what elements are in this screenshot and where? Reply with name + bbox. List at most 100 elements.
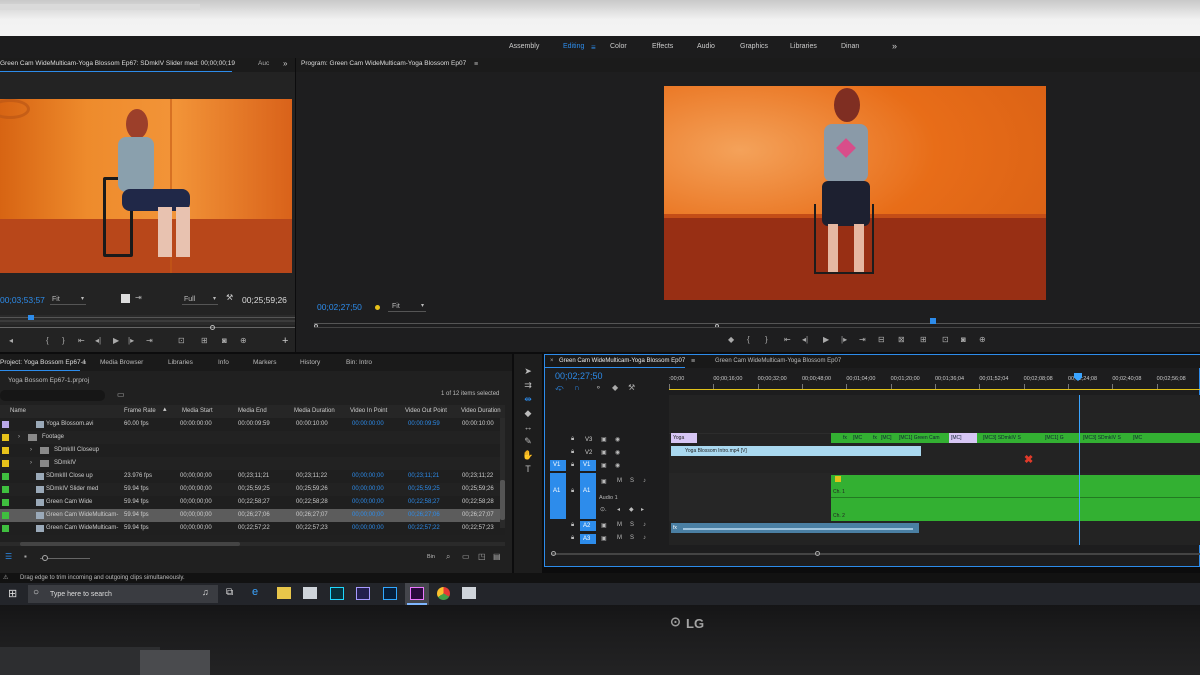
workspace-tab-effects[interactable]: Effects [652,43,673,50]
clip-v2-intro[interactable]: Yoga Blossom Intro.mp4 [V] [671,446,921,456]
tab-history[interactable]: History [300,359,320,367]
col-media-duration[interactable]: Media Duration [294,408,335,414]
keyframe-icon[interactable]: ⊙. [600,506,607,513]
source-resolution-select[interactable]: Full ▾ [182,295,218,305]
next-keyframe-icon[interactable]: ▸ [641,506,644,513]
overwrite-icon[interactable]: ⊞ [201,336,208,345]
zoom-slider-handle[interactable] [42,555,48,561]
nest-icon[interactable]: ⤽ [555,383,564,393]
mute-button[interactable]: M [617,535,622,541]
audition-icon[interactable] [330,587,344,600]
project-h-scrollbar[interactable] [0,542,505,546]
sync-icon[interactable]: ▣ [601,449,607,456]
label-color-swatch[interactable] [2,486,9,493]
slip-tool-icon[interactable]: ↔ [522,422,534,433]
program-zoom-bar[interactable] [314,327,1200,328]
eye-icon[interactable]: ◉ [615,462,620,469]
sync-icon[interactable]: ▣ [601,462,607,469]
wrench-icon[interactable]: ⚒ [226,293,233,302]
label-color-swatch[interactable] [2,447,9,454]
sync-icon[interactable]: ▣ [601,522,607,529]
clip-a2-audio[interactable]: fx [671,523,919,533]
mark-in-icon[interactable]: { [747,335,750,344]
label-color-swatch[interactable] [2,434,9,441]
workspace-tab-dinan[interactable]: Dinan [841,43,859,50]
col-name[interactable]: Name [10,408,26,414]
project-folder-row[interactable]: › Footage [0,431,505,444]
program-playhead[interactable] [930,318,936,324]
snap-icon[interactable]: ∩ [574,383,580,392]
camera-icon[interactable]: ◙ [961,335,966,344]
label-color-swatch[interactable] [2,473,9,480]
work-area-bar[interactable] [669,389,1200,390]
mark-in-icon[interactable]: ◂ [9,336,13,345]
track-target-a2[interactable]: A2 [580,521,596,531]
lock-icon[interactable]: 🔒︎ [571,436,574,443]
source-zoom-bar[interactable] [0,327,295,328]
mic-icon[interactable]: ♫ [202,587,209,597]
store-icon[interactable] [303,587,317,599]
button-editor-icon[interactable]: ⊕ [240,336,247,345]
prev-keyframe-icon[interactable]: ◂ [617,506,620,513]
add-marker-icon[interactable]: ◆ [612,383,618,392]
clip-v3-yoga[interactable]: Yoga [671,433,697,443]
pen-tool-icon[interactable]: ✎ [522,436,534,447]
play-icon[interactable]: ▶ [823,335,829,344]
timeline-zoom-bar[interactable] [551,553,1200,555]
table-row[interactable]: Green Cam Wide 59.94 fps 00;00;00;00 00;22;… [0,496,505,509]
program-menu-icon[interactable]: ≡ [474,61,478,68]
clip-a1-audio[interactable]: Ch. 1 Ch. 2 [831,475,1200,521]
solo-button[interactable]: S [630,522,634,528]
solo-button[interactable]: S [630,478,634,484]
workspace-tab-color[interactable]: Color [610,43,627,50]
program-monitor-title[interactable]: Program: Green Cam WideMulticam-Yoga Blo… [301,60,466,68]
program-scrub-bar[interactable] [314,323,1200,324]
track-select-icon[interactable]: ⇉ [522,380,534,391]
extract-icon[interactable]: ⊠ [898,335,905,344]
timeline-zoom-end[interactable] [815,551,820,556]
tab-media-browser[interactable]: Media Browser [100,359,143,367]
project-menu-icon[interactable]: ≡ [82,360,86,367]
mic-icon[interactable]: ♪ [643,535,646,541]
goto-in-icon[interactable]: ⇤ [784,335,791,344]
mute-button[interactable]: M [617,478,622,484]
timeline-tab-2[interactable]: Green Cam WideMulticam-Yoga Blossom Ep07 [715,358,841,364]
table-row[interactable]: SDmkIV Slider med 59.94 fps 00;00;00;00 00;… [0,483,505,496]
tab-info[interactable]: Info [218,359,229,367]
search-icon[interactable]: ⌕ [446,552,450,562]
ripple-edit-icon[interactable]: ⇹ [522,394,534,405]
marker-dot-icon[interactable] [375,305,380,310]
table-row[interactable]: Yoga Blossom.avi 60.00 fps 00:00:00:00 00:0… [0,418,505,431]
col-media-end[interactable]: Media End [238,408,267,414]
workspace-menu-icon[interactable]: ≡ [591,43,596,52]
col-media-start[interactable]: Media Start [182,408,213,414]
mark-out-icon[interactable]: { [46,336,49,345]
source-patch-v1[interactable]: V1 [550,460,566,471]
vr-icon[interactable]: ⊡ [942,335,949,344]
add-marker-icon[interactable]: ◆ [728,335,734,344]
col-frame-rate[interactable]: Frame Rate [124,408,156,414]
step-forward-icon[interactable]: |▸ [128,336,134,345]
close-icon[interactable]: × [550,358,554,364]
razor-icon[interactable]: ◆ [522,408,534,419]
disclosure-triangle-icon[interactable]: › [30,460,32,466]
selection-tool-icon[interactable]: ➤ [522,366,534,377]
list-view-icon[interactable]: ☰ [5,552,12,561]
source-monitor-title[interactable]: Green Cam WideMulticam-Yoga Blossom Ep67… [0,60,235,68]
windows-start-icon[interactable]: ⊞ [8,587,17,600]
timeline-playhead-line[interactable] [1079,395,1080,545]
lock-icon[interactable]: 🔒︎ [571,462,574,469]
source-fit-select[interactable]: Fit ▾ [50,295,86,305]
step-back-icon[interactable]: ◂| [802,335,808,344]
compare-view-icon[interactable]: ⊞ [920,335,927,344]
camera-icon[interactable]: ◙ [222,336,227,345]
settings-square-icon[interactable] [121,294,130,303]
source-timecode[interactable]: 00;03;53;57 [0,296,45,305]
insert-icon[interactable]: ⊡ [178,336,185,345]
tab-markers[interactable]: Markers [253,359,276,367]
chrome-icon[interactable] [437,587,450,600]
tab-libraries[interactable]: Libraries [168,359,193,367]
mail-icon[interactable] [462,587,476,599]
trash-icon[interactable]: ▤ [493,552,501,561]
solo-button[interactable]: S [630,535,634,541]
